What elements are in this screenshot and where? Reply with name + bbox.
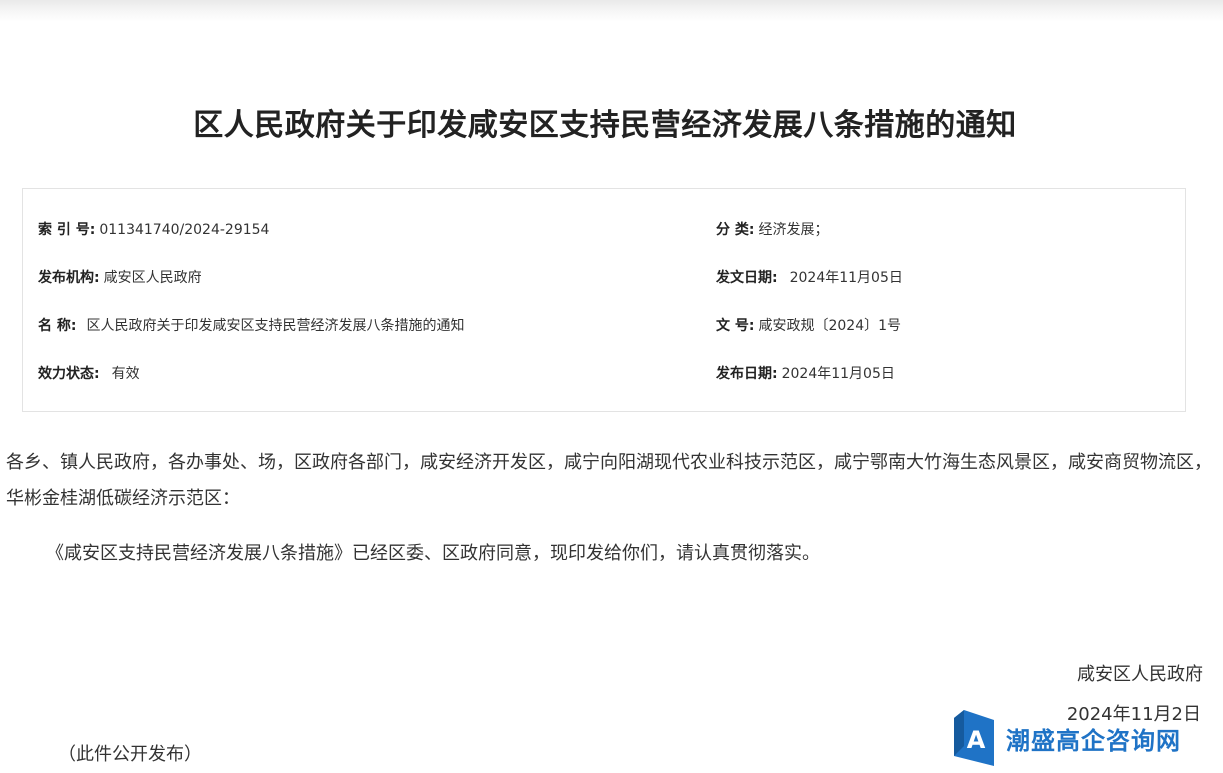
meta-name-value: 区人民政府关于印发咸安区支持民营经济发展八条措施的通知 (86, 318, 465, 334)
meta-publish-date-label: 发布日期: (716, 366, 778, 382)
addressee-paragraph: 各乡、镇人民政府，各办事处、场，区政府各部门，咸安经济开发区，咸宁向阳湖现代农业… (6, 452, 1212, 509)
meta-status: 效力状态: 有效 (38, 364, 140, 384)
public-release-note: （此件公开发布） (58, 744, 202, 765)
meta-publisher: 发布机构: 咸安区人民政府 (38, 268, 202, 288)
watermark-logo-icon: A (954, 710, 994, 766)
meta-publisher-label: 发布机构: (38, 270, 100, 286)
meta-doc-no-label: 文 号: (716, 318, 755, 334)
meta-issue-date-value: 2024年11月05日 (789, 270, 903, 286)
meta-status-value: 有效 (111, 366, 140, 382)
meta-status-label: 效力状态: (38, 366, 100, 382)
body-paragraph: 《咸安区支持民营经济发展八条措施》已经区委、区政府同意，现印发给你们，请认真贯彻… (46, 543, 820, 564)
meta-name-label: 名 称: (38, 318, 77, 334)
meta-publish-date-value: 2024年11月05日 (781, 366, 895, 382)
meta-index-no-value: 011341740/2024-29154 (99, 222, 270, 238)
svg-text:A: A (967, 726, 986, 754)
watermark: A 潮盛高企咨询网 (954, 710, 1181, 766)
meta-category-value: 经济发展； (758, 222, 829, 238)
document-title: 区人民政府关于印发咸安区支持民营经济发展八条措施的通知 (193, 108, 1017, 143)
meta-doc-no: 文 号: 咸安政规〔2024〕1号 (716, 316, 901, 336)
meta-issue-date-label: 发文日期: (716, 270, 778, 286)
top-bar-shadow (0, 0, 1223, 22)
meta-publisher-value: 咸安区人民政府 (103, 270, 202, 286)
meta-category-label: 分 类: (716, 222, 755, 238)
meta-issue-date: 发文日期: 2024年11月05日 (716, 268, 903, 288)
meta-index-no: 索 引 号: 011341740/2024-29154 (38, 220, 269, 240)
meta-publish-date: 发布日期: 2024年11月05日 (716, 364, 895, 384)
watermark-text: 潮盛高企咨询网 (1006, 725, 1181, 755)
meta-index-no-label: 索 引 号: (38, 222, 96, 238)
meta-category: 分 类: 经济发展； (716, 220, 828, 240)
metadata-panel: 索 引 号: 011341740/2024-29154 分 类: 经济发展； 发布机… (22, 188, 1186, 412)
meta-doc-no-value: 咸安政规〔2024〕1号 (758, 318, 902, 334)
signature-org: 咸安区人民政府 (1077, 664, 1203, 685)
meta-name: 名 称: 区人民政府关于印发咸安区支持民营经济发展八条措施的通知 (38, 316, 464, 336)
